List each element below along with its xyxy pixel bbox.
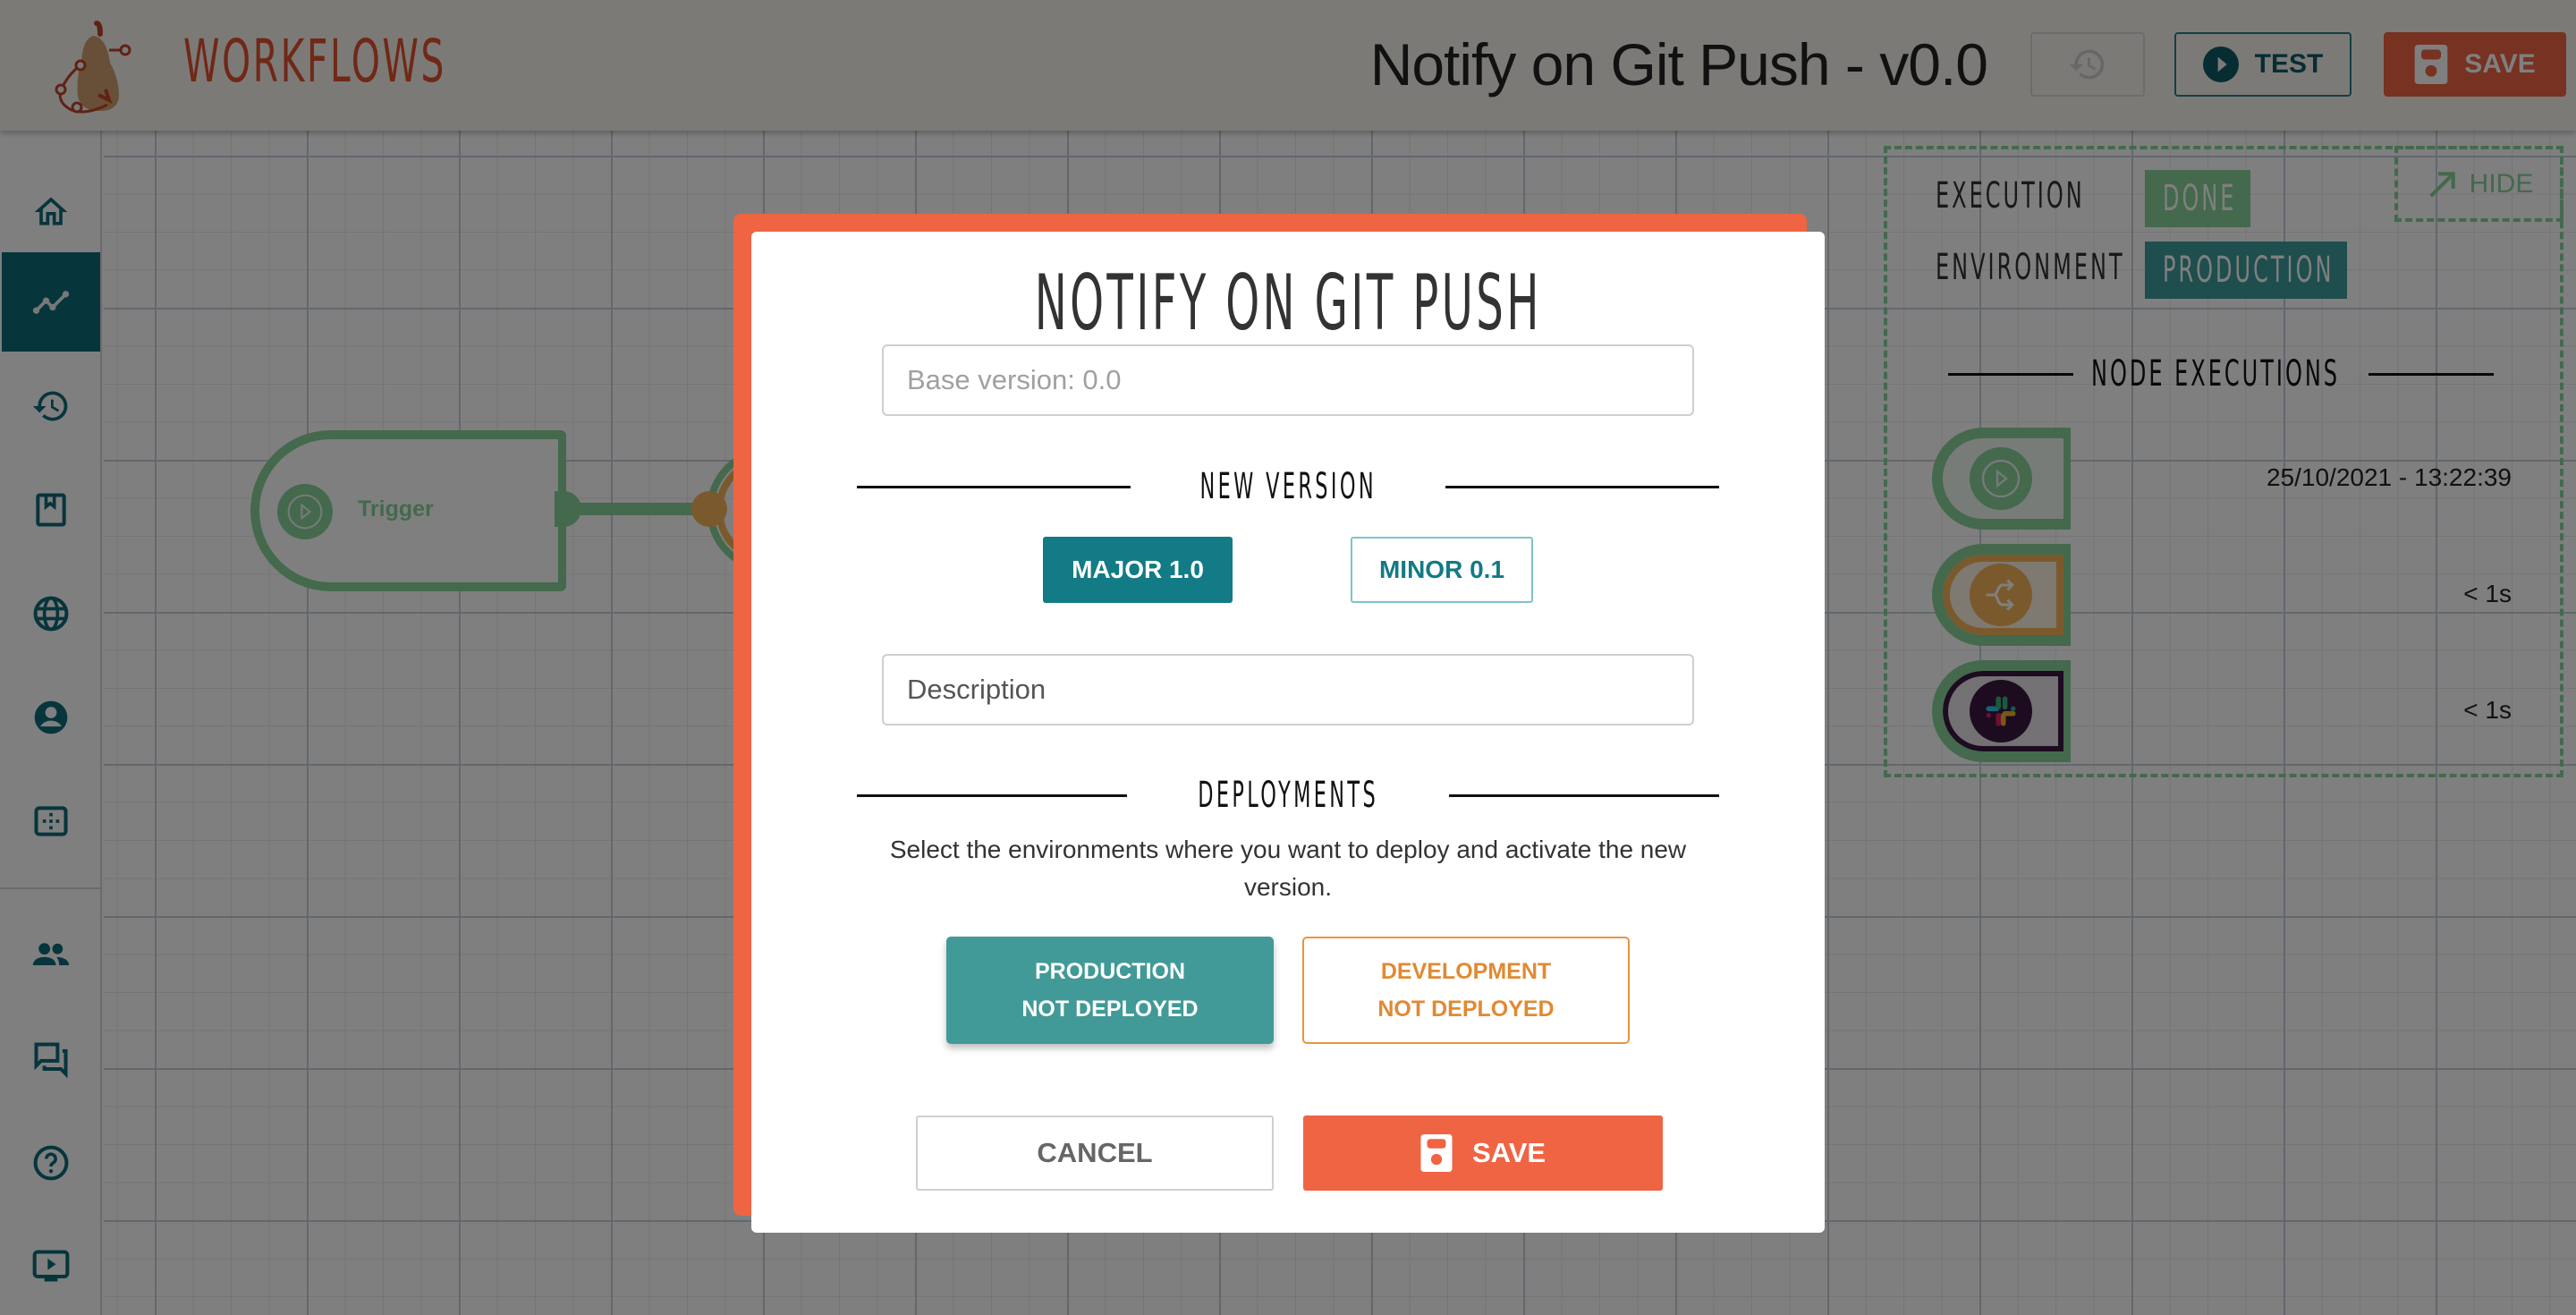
- major-version-button[interactable]: MAJOR 1.0: [1043, 537, 1233, 603]
- new-version-title: NEW VERSION: [1199, 466, 1377, 507]
- floppy-disk-icon: [1420, 1134, 1453, 1172]
- development-environment-toggle[interactable]: DEVELOPMENT NOT DEPLOYED: [1302, 937, 1630, 1044]
- cancel-button[interactable]: CANCEL: [916, 1116, 1274, 1191]
- divider: [1445, 485, 1719, 488]
- base-version-input[interactable]: [882, 344, 1694, 416]
- divider: [857, 793, 1127, 797]
- new-version-modal: NOTIFY ON GIT PUSH NEW VERSION MAJOR 1.0…: [751, 232, 1825, 1233]
- minor-version-button[interactable]: MINOR 0.1: [1351, 537, 1533, 603]
- environment-status: NOT DEPLOYED: [1021, 997, 1199, 1022]
- deployments-title: DEPLOYMENTS: [1198, 775, 1378, 816]
- divider: [857, 485, 1131, 488]
- new-version-section-header: NEW VERSION: [857, 466, 1719, 507]
- environment-name: DEVELOPMENT: [1380, 959, 1552, 984]
- description-input[interactable]: [882, 654, 1694, 725]
- production-environment-toggle[interactable]: PRODUCTION NOT DEPLOYED: [946, 937, 1274, 1044]
- environment-status: NOT DEPLOYED: [1377, 997, 1555, 1022]
- modal-save-button[interactable]: SAVE: [1303, 1116, 1663, 1191]
- save-label: SAVE: [1471, 1137, 1546, 1168]
- deployments-section-header: DEPLOYMENTS: [857, 775, 1719, 816]
- environment-name: PRODUCTION: [1034, 959, 1186, 984]
- divider: [1449, 793, 1719, 797]
- modal-title: NOTIFY ON GIT PUSH: [1034, 259, 1542, 348]
- deployments-description: Select the environments where you want t…: [889, 836, 1687, 901]
